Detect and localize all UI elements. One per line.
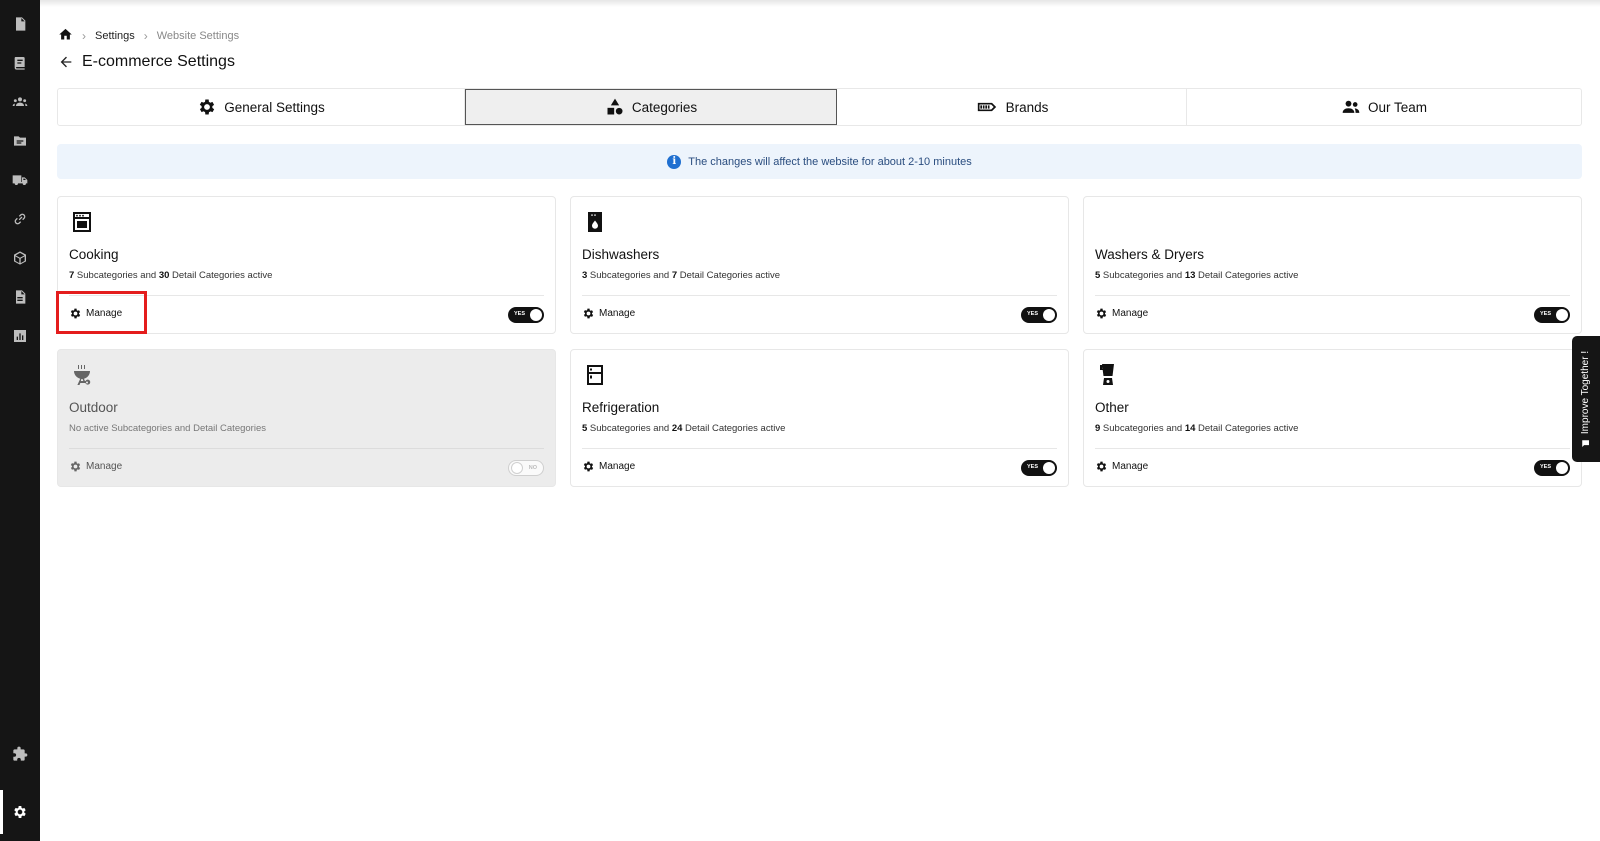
card-divider — [1095, 448, 1570, 449]
sidebar-active-indicator — [0, 790, 3, 834]
card-divider — [582, 295, 1057, 296]
tab-label: Categories — [631, 99, 698, 115]
shapes-icon — [607, 98, 623, 115]
category-name: Other — [1095, 400, 1129, 415]
tab-brands[interactable]: Brands — [837, 89, 1187, 125]
sidebar-folder-icon[interactable] — [8, 129, 32, 153]
feedback-tab[interactable]: Improve Together ! — [1572, 336, 1600, 462]
category-stats: 3 Subcategories and 7 Detail Categories … — [582, 270, 781, 281]
home-icon[interactable] — [58, 27, 73, 45]
chat-bubble-icon — [1582, 439, 1590, 447]
card-divider — [582, 448, 1057, 449]
gear-icon — [583, 308, 594, 319]
dishwasher-icon — [583, 210, 607, 234]
sidebar-puzzle-icon[interactable] — [8, 742, 32, 766]
info-banner-text: The changes will affect the website for … — [688, 155, 972, 168]
tab-label: Brands — [1005, 99, 1049, 115]
sidebar-chart-icon[interactable] — [8, 324, 32, 348]
settings-tabs: General Settings Categories Brands Our T… — [57, 88, 1582, 126]
card-divider — [69, 448, 544, 449]
feedback-label: Improve Together ! — [1580, 350, 1592, 434]
manage-button[interactable]: Manage — [582, 460, 635, 473]
category-card-other: Other 9 Subcategories and 14 Detail Cate… — [1083, 349, 1582, 487]
chevron-right-icon: › — [143, 29, 148, 43]
people-icon — [1342, 100, 1360, 113]
gear-icon — [200, 99, 215, 115]
breadcrumb-website-settings: Website Settings — [156, 30, 240, 42]
oven-icon — [70, 210, 94, 234]
active-toggle[interactable]: YES — [1534, 460, 1570, 476]
manage-button[interactable]: Manage — [1095, 460, 1148, 473]
category-stats: No active Subcategories and Detail Categ… — [69, 423, 266, 434]
category-name: Dishwashers — [582, 247, 660, 262]
tab-label: General Settings — [224, 99, 325, 115]
category-name: Washers & Dryers — [1095, 247, 1205, 262]
tab-general-settings[interactable]: General Settings — [58, 89, 465, 125]
gear-icon — [1096, 461, 1107, 472]
category-card-cooking: Cooking 7 Subcategories and 30 Detail Ca… — [57, 196, 556, 334]
manage-button[interactable]: Manage — [1095, 307, 1148, 320]
card-divider — [69, 295, 544, 296]
category-card-outdoor: Outdoor No active Subcategories and Deta… — [57, 349, 556, 487]
card-divider — [1095, 295, 1570, 296]
category-name: Outdoor — [69, 400, 118, 415]
sidebar — [0, 0, 40, 841]
sidebar-box-icon[interactable] — [8, 246, 32, 270]
category-card-washers-dryers: Washers & Dryers 5 Subcategories and 13 … — [1083, 196, 1582, 334]
back-arrow-icon[interactable] — [58, 53, 76, 71]
sidebar-document-icon[interactable] — [8, 285, 32, 309]
category-stats: 5 Subcategories and 24 Detail Categories… — [582, 423, 786, 434]
gear-icon — [583, 461, 594, 472]
active-toggle[interactable]: YES — [1021, 460, 1057, 476]
sidebar-truck-icon[interactable] — [8, 168, 32, 192]
category-name: Cooking — [69, 247, 119, 262]
top-bar-shadow — [40, 0, 1600, 7]
breadcrumb: › Settings › Website Settings — [58, 27, 239, 45]
category-stats: 9 Subcategories and 14 Detail Categories… — [1095, 423, 1299, 434]
sidebar-team-icon[interactable] — [8, 90, 32, 114]
page-header: E-commerce Settings — [58, 53, 235, 71]
category-stats: 5 Subcategories and 13 Detail Categories… — [1095, 270, 1299, 281]
breadcrumb-settings[interactable]: Settings — [95, 30, 135, 42]
gear-icon — [70, 308, 81, 319]
sidebar-invoice-icon[interactable] — [8, 12, 32, 36]
manage-button[interactable]: Manage — [69, 460, 122, 473]
page-title: E-commerce Settings — [82, 53, 235, 70]
manage-button[interactable]: Manage — [69, 307, 122, 320]
gear-icon — [1096, 308, 1107, 319]
sidebar-settings-icon[interactable] — [8, 800, 32, 824]
blender-icon — [1096, 363, 1120, 387]
category-stats: 7 Subcategories and 30 Detail Categories… — [69, 270, 273, 281]
grill-icon — [70, 363, 94, 387]
category-card-refrigeration: Refrigeration 5 Subcategories and 24 Det… — [570, 349, 1069, 487]
info-icon: i — [667, 154, 682, 169]
category-card-dishwashers: Dishwashers 3 Subcategories and 7 Detail… — [570, 196, 1069, 334]
active-toggle[interactable]: NO — [508, 460, 544, 476]
gear-icon — [70, 461, 81, 472]
info-banner: i The changes will affect the website fo… — [57, 144, 1582, 179]
active-toggle[interactable]: YES — [508, 307, 544, 323]
tab-label: Our Team — [1367, 99, 1428, 115]
active-toggle[interactable]: YES — [1021, 307, 1057, 323]
manage-button[interactable]: Manage — [582, 307, 635, 320]
category-grid: Cooking 7 Subcategories and 30 Detail Ca… — [57, 196, 1582, 487]
chevron-right-icon: › — [82, 29, 86, 43]
sidebar-link-icon[interactable] — [8, 207, 32, 231]
category-name: Refrigeration — [582, 400, 660, 415]
active-toggle[interactable]: YES — [1534, 307, 1570, 323]
tab-categories[interactable]: Categories — [465, 89, 837, 125]
brand-tag-icon — [977, 102, 996, 112]
fridge-icon — [583, 363, 607, 387]
sidebar-book-icon[interactable] — [8, 51, 32, 75]
tab-our-team[interactable]: Our Team — [1187, 89, 1581, 125]
